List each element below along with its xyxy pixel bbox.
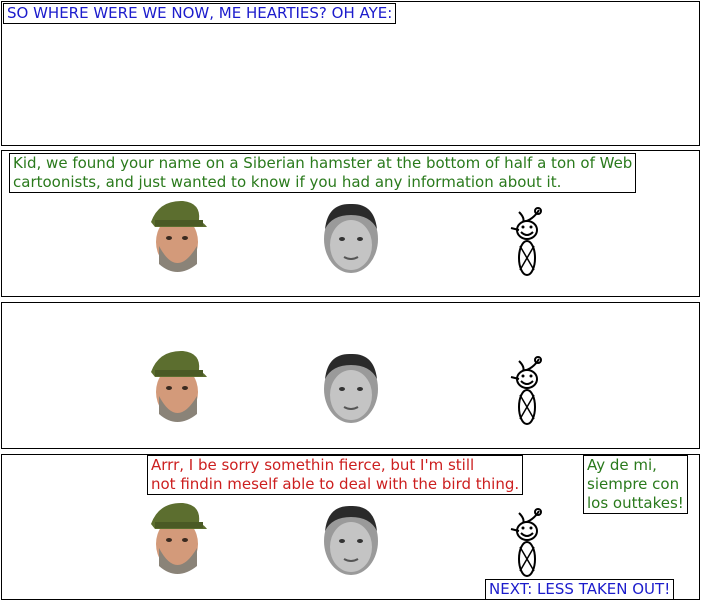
caption-outtakes: Ay de mi, siempre con los outtakes! xyxy=(583,455,688,514)
cap-man-icon xyxy=(151,200,207,272)
bird-icon xyxy=(510,356,542,425)
bird-icon xyxy=(510,508,542,577)
bald-man-icon xyxy=(324,505,378,575)
next-comic-link[interactable]: NEXT: LESS TAKEN OUT! xyxy=(485,579,675,600)
bird-icon xyxy=(510,207,542,276)
bald-man-icon xyxy=(324,203,378,273)
comic-panel-1: SO WHERE WERE WE NOW, ME HEARTIES? OH AY… xyxy=(1,1,700,146)
caption-pirate-reply: Arrr, I be sorry somethin fierce, but I'… xyxy=(147,455,524,495)
comic-panel-2: Kid, we found your name on a Siberian ha… xyxy=(1,150,700,297)
caption-intro: SO WHERE WERE WE NOW, ME HEARTIES? OH AY… xyxy=(3,3,397,24)
comic-panel-4: Arrr, I be sorry somethin fierce, but I'… xyxy=(1,454,700,600)
comic-panel-3 xyxy=(1,302,700,449)
caption-kid-question: Kid, we found your name on a Siberian ha… xyxy=(9,153,637,193)
cap-man-icon xyxy=(151,502,207,574)
bald-man-icon xyxy=(324,353,378,423)
cap-man-icon xyxy=(151,350,207,422)
